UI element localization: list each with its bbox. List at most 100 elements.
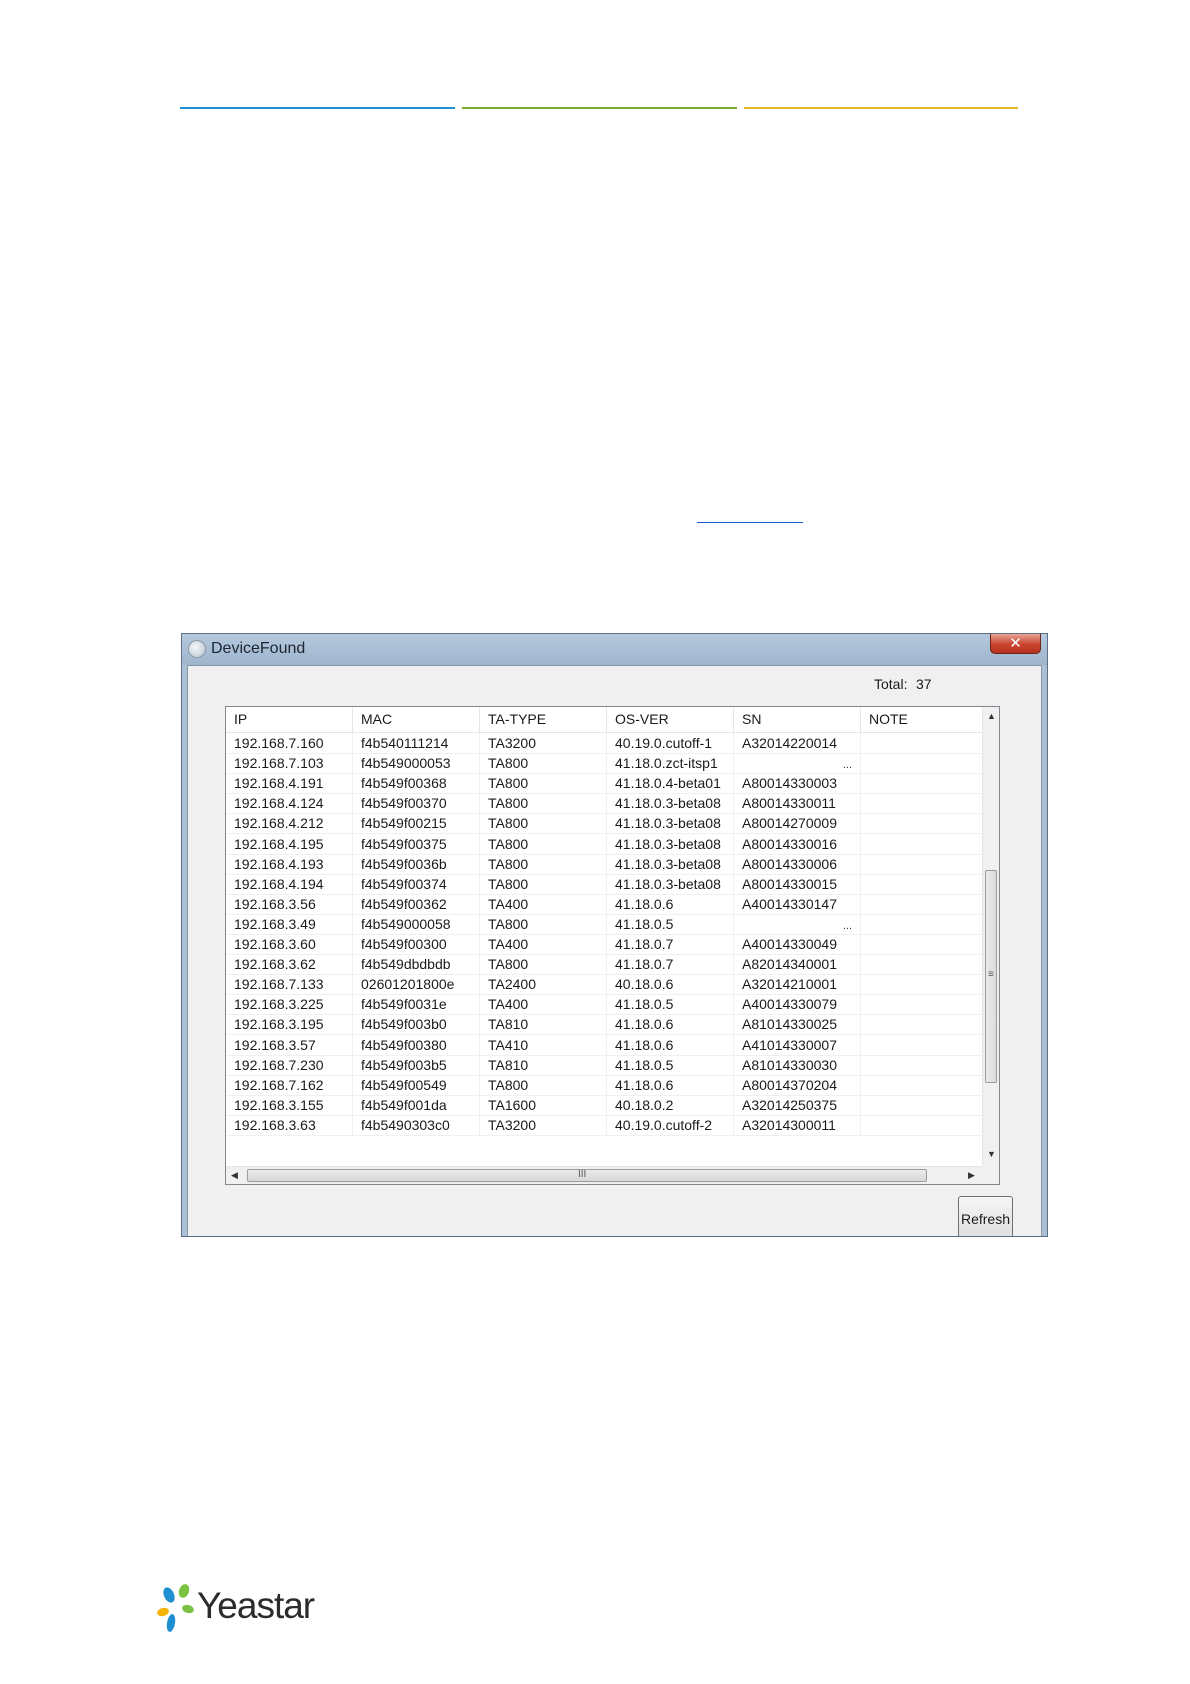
table-row[interactable]: 192.168.3.225 f4b549f0031e TA400 41.18.0.5 A… [226, 994, 983, 1016]
cell-sn: A80014330003 [734, 773, 861, 795]
table-row[interactable]: 192.168.3.49 f4b549000058 TA800 41.18.0.5..… [226, 913, 983, 935]
device-list[interactable]: IP MAC TA-TYPE OS-VER SN NOTE 192.168.7.160 f4… [225, 706, 1000, 1185]
app-icon [188, 640, 206, 658]
cell-ip: 192.168.3.57 [226, 1034, 353, 1056]
cell-note [861, 994, 983, 1016]
total-label: Total: [874, 676, 908, 692]
table-row[interactable]: 192.168.3.57 f4b549f00380 TA410 41.18.0.6 A4… [226, 1034, 983, 1056]
cell-ta-type: TA800 [480, 954, 607, 976]
column-header-note[interactable]: NOTE [861, 707, 983, 732]
refresh-button[interactable]: Refresh [958, 1196, 1013, 1236]
cell-mac: f4b549f00374 [353, 873, 480, 895]
cell-ip: 192.168.3.63 [226, 1114, 353, 1136]
cell-ip: 192.168.4.191 [226, 773, 353, 795]
cell-ta-type: TA1600 [480, 1094, 607, 1116]
cell-os-ver: 41.18.0.3-beta08 [607, 793, 734, 815]
table-row[interactable]: 192.168.7.162 f4b549f00549 TA800 41.18.0.6 A… [226, 1074, 983, 1096]
cell-mac: f4b549000058 [353, 913, 480, 935]
cell-ta-type: TA800 [480, 813, 607, 835]
cell-ta-type: TA800 [480, 913, 607, 935]
table-row[interactable]: 192.168.4.195 f4b549f00375 TA800 41.18.0.3-… [226, 833, 983, 855]
column-header-sn[interactable]: SN [734, 707, 861, 732]
cell-note [861, 873, 983, 895]
scroll-grip-icon: ≡ [988, 969, 994, 980]
cell-os-ver: 40.19.0.cutoff-1 [607, 733, 734, 754]
header-rule-green [462, 107, 737, 109]
cell-mac: f4b549f0031e [353, 994, 480, 1016]
cell-mac: f4b549f00549 [353, 1074, 480, 1096]
cell-mac: f4b540111214 [353, 733, 480, 754]
scroll-down-arrow-icon[interactable]: ▼ [987, 1149, 996, 1159]
scrollbar-corner [982, 1166, 999, 1184]
column-header-ta-type[interactable]: TA-TYPE [480, 707, 607, 732]
scroll-right-arrow-icon[interactable]: ▶ [968, 1170, 975, 1181]
cell-ip: 192.168.4.124 [226, 793, 353, 815]
cell-sn: A82014340001 [734, 954, 861, 976]
cell-sn: A40014330147 [734, 893, 861, 915]
cell-ta-type: TA800 [480, 773, 607, 795]
header-rule-blue [180, 107, 455, 109]
cell-note [861, 974, 983, 996]
table-row[interactable]: 192.168.3.195 f4b549f003b0 TA810 41.18.0.6 A… [226, 1014, 983, 1036]
column-header-os-ver[interactable]: OS-VER [607, 707, 734, 732]
cell-mac: f4b549f00370 [353, 793, 480, 815]
close-button[interactable]: ✕ [990, 634, 1041, 654]
yeastar-logo: Yeastar [155, 1582, 325, 1638]
cell-ip: 192.168.7.133 [226, 974, 353, 996]
scroll-up-arrow-icon[interactable]: ▲ [987, 711, 996, 721]
title-bar[interactable]: DeviceFound ✕ [182, 634, 1047, 665]
cell-mac: f4b549f00300 [353, 934, 480, 955]
table-row[interactable]: 192.168.3.63 f4b5490303c0 TA3200 40.19.0.cu… [226, 1114, 983, 1136]
cell-mac: f4b549dbdbdb [353, 954, 480, 976]
horizontal-scrollbar[interactable]: ◀ III ▶ [226, 1166, 983, 1184]
table-row[interactable]: 192.168.3.56 f4b549f00362 TA400 41.18.0.6 A4… [226, 893, 983, 915]
scroll-left-arrow-icon[interactable]: ◀ [231, 1170, 238, 1181]
table-row[interactable]: 192.168.7.133 02601201800e TA2400 40.18.0.6… [226, 974, 983, 996]
hscroll-grip-icon: III [578, 1169, 587, 1180]
cell-ta-type: TA800 [480, 873, 607, 895]
cell-note [861, 1114, 983, 1136]
vertical-scrollbar[interactable]: ▲ ≡ ▼ [982, 707, 999, 1167]
cell-sn: A81014330030 [734, 1054, 861, 1076]
table-row[interactable]: 192.168.4.194 f4b549f00374 TA800 41.18.0.3-… [226, 873, 983, 895]
cell-sn: A41014330007 [734, 1034, 861, 1056]
cell-ip: 192.168.3.56 [226, 893, 353, 915]
cell-ta-type: TA400 [480, 934, 607, 955]
cell-ip: 192.168.3.155 [226, 1094, 353, 1116]
table-row[interactable]: 192.168.7.103 f4b549000053 TA800 41.18.0.zc… [226, 753, 983, 775]
cell-os-ver: 41.18.0.3-beta08 [607, 813, 734, 835]
cell-os-ver: 40.19.0.cutoff-2 [607, 1114, 734, 1136]
cell-note [861, 1054, 983, 1076]
table-row[interactable]: 192.168.4.193 f4b549f0036b TA800 41.18.0.3-… [226, 853, 983, 875]
cell-mac: f4b549f00380 [353, 1034, 480, 1056]
cell-ip: 192.168.3.225 [226, 994, 353, 1016]
cell-os-ver: 40.18.0.6 [607, 974, 734, 996]
table-row[interactable]: 192.168.7.160 f4b540111214 TA3200 40.19.0.c… [226, 733, 983, 754]
table-row[interactable]: 192.168.3.155 f4b549f001da TA1600 40.18.0.2… [226, 1094, 983, 1116]
cell-ip: 192.168.7.103 [226, 753, 353, 775]
cell-ta-type: TA410 [480, 1034, 607, 1056]
cell-sn: A81014330025 [734, 1014, 861, 1036]
horizontal-scroll-thumb[interactable]: III [247, 1169, 927, 1182]
cell-sn: A32014250375 [734, 1094, 861, 1116]
table-row[interactable]: 192.168.4.212 f4b549f00215 TA800 41.18.0.3-… [226, 813, 983, 835]
cell-sn: A40014330079 [734, 994, 861, 1016]
cell-sn: A32014300011 [734, 1114, 861, 1136]
cell-sn: A80014330015 [734, 873, 861, 895]
column-header-ip[interactable]: IP [226, 707, 353, 732]
cell-mac: f4b549000053 [353, 753, 480, 775]
cell-os-ver: 41.18.0.zct-itsp1 [607, 753, 734, 775]
cell-ta-type: TA800 [480, 1074, 607, 1096]
column-header-mac[interactable]: MAC [353, 707, 480, 732]
table-row[interactable]: 192.168.7.230 f4b549f003b5 TA810 41.18.0.5 A… [226, 1054, 983, 1076]
table-row[interactable]: 192.168.4.191 f4b549f00368 TA800 41.18.0.4-… [226, 773, 983, 795]
vertical-scroll-thumb[interactable]: ≡ [985, 870, 997, 1083]
table-row[interactable]: 192.168.4.124 f4b549f00370 TA800 41.18.0.3-… [226, 793, 983, 815]
cell-note [861, 893, 983, 915]
table-row[interactable]: 192.168.3.60 f4b549f00300 TA400 41.18.0.7 A4… [226, 934, 983, 955]
cell-mac: f4b549f00215 [353, 813, 480, 835]
table-row[interactable]: 192.168.3.62 f4b549dbdbdb TA800 41.18.0.7 A8… [226, 954, 983, 976]
hyperlink-underline[interactable] [697, 522, 803, 523]
cell-os-ver: 41.18.0.7 [607, 934, 734, 955]
cell-note [861, 1034, 983, 1056]
